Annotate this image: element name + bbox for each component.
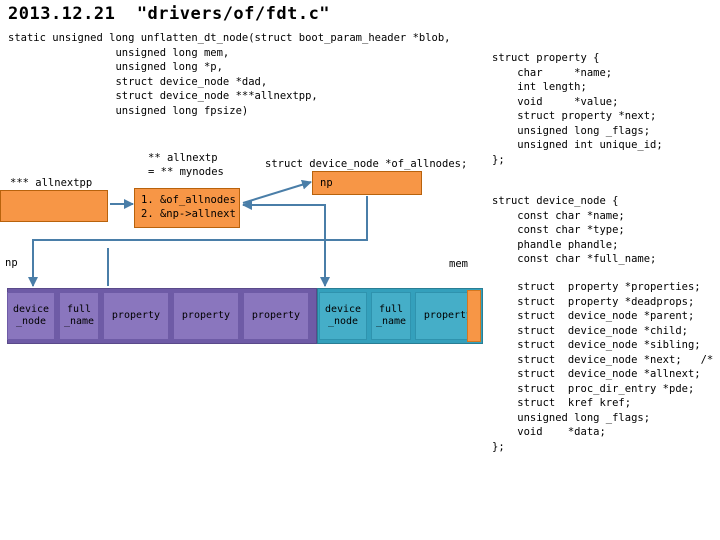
wire-allnext-feedback (242, 200, 326, 240)
memory-cell[interactable]: property (173, 292, 239, 340)
steps-box[interactable]: 1. &of_allnodes 2. &np->allnext (134, 188, 240, 228)
memory-cell[interactable]: full _name (371, 292, 411, 340)
np-box[interactable]: np (312, 171, 422, 195)
memory-cell[interactable]: device _node (319, 292, 367, 340)
memory-strip: device _node full _name property property pr… (7, 288, 483, 344)
memory-cell[interactable]: property (103, 292, 169, 340)
memory-cell[interactable] (467, 290, 481, 342)
memory-cell[interactable]: property (243, 292, 309, 340)
slide-canvas: 2013.12.21 "drivers/of/fdt.c" static uns… (0, 0, 720, 540)
wire-steps-to-np (242, 179, 312, 204)
memory-cell[interactable]: device _node (7, 292, 55, 340)
connector-wires (28, 179, 368, 287)
allnextpp-box[interactable] (0, 190, 108, 222)
memory-cell[interactable]: full _name (59, 292, 99, 340)
